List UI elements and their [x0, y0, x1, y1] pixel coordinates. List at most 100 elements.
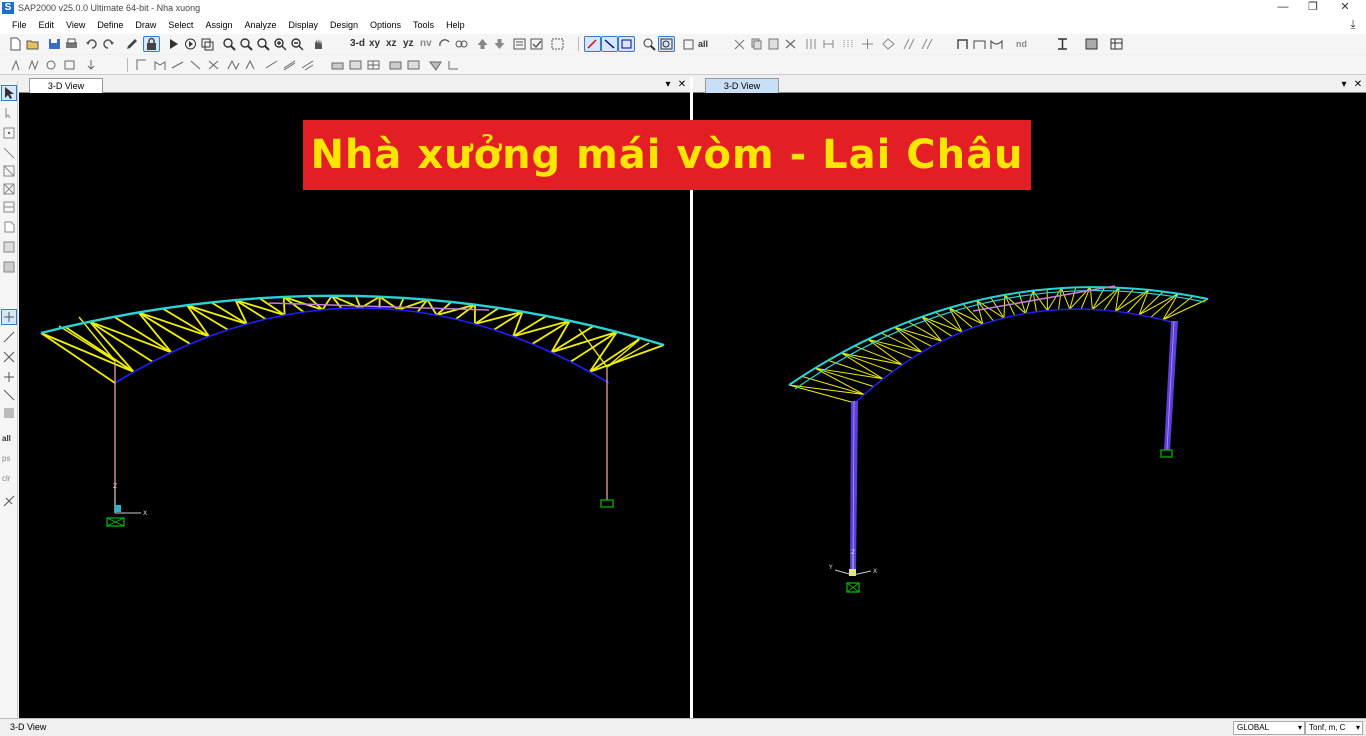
print-icon[interactable] — [64, 37, 79, 51]
menu-file[interactable]: File — [6, 16, 33, 34]
menu-analyze[interactable]: Analyze — [238, 16, 282, 34]
section-i-icon[interactable] — [1055, 37, 1070, 51]
edit-points-icon[interactable] — [920, 37, 935, 51]
replicate-icon[interactable] — [804, 37, 819, 51]
menu-design[interactable]: Design — [324, 16, 364, 34]
clear-selection-button[interactable]: clr — [2, 474, 16, 488]
pane-close-left[interactable]: ✕ — [676, 78, 688, 92]
rotate-view-icon[interactable] — [437, 37, 452, 51]
select-intersecting-icon[interactable] — [2, 494, 16, 508]
view-xy-button[interactable]: xy — [369, 37, 380, 51]
frame-sections-icon[interactable] — [152, 58, 167, 72]
draw-frame-line-icon[interactable] — [2, 146, 16, 160]
frame-insertion-icon[interactable] — [188, 58, 203, 72]
redo-icon[interactable] — [101, 37, 116, 51]
snap-lines-icon[interactable] — [2, 388, 16, 402]
joint-restraint-icon[interactable] — [8, 58, 23, 72]
pane-dropdown-right[interactable]: ▾ — [1338, 78, 1350, 92]
cut-icon[interactable] — [732, 37, 747, 51]
link-props-icon[interactable] — [226, 58, 241, 72]
move-down-icon[interactable] — [492, 37, 507, 51]
delete-icon[interactable] — [783, 37, 798, 51]
download-icon[interactable]: ⤓ — [1346, 17, 1360, 31]
cable-icon[interactable] — [244, 58, 259, 72]
menu-view[interactable]: View — [60, 16, 91, 34]
pane-dropdown-left[interactable]: ▾ — [662, 78, 674, 92]
frame-releases2-icon[interactable] — [170, 58, 185, 72]
move-up-icon[interactable] — [475, 37, 490, 51]
minimize-button[interactable]: — — [1268, 0, 1298, 16]
run-analysis-icon[interactable] — [166, 37, 181, 51]
joint-mass-icon[interactable] — [62, 58, 77, 72]
snap-points-icon[interactable] — [1, 309, 17, 325]
move-icon[interactable] — [860, 37, 875, 51]
edit-pencil-icon[interactable] — [124, 37, 139, 51]
joint-spring-icon[interactable] — [26, 58, 41, 72]
lock-icon[interactable] — [143, 36, 160, 52]
pointer-icon[interactable] — [1, 85, 17, 101]
draw-rect-area-icon[interactable] — [2, 240, 16, 254]
set-display-options-icon[interactable] — [512, 37, 527, 51]
draw-brace-icon[interactable] — [2, 182, 16, 196]
link-loads-icon[interactable] — [406, 58, 421, 72]
frame-releases-icon[interactable] — [972, 37, 987, 51]
assign-load-icon[interactable] — [428, 58, 443, 72]
joint-labels-button[interactable]: nd — [1016, 37, 1027, 51]
pan-icon[interactable] — [311, 37, 326, 51]
area-icon[interactable] — [1084, 37, 1099, 51]
tab-3d-view-right[interactable]: 3-D View — [705, 78, 779, 93]
check-icon[interactable] — [529, 37, 544, 51]
draw-frame-icon[interactable] — [584, 36, 601, 52]
snap-ends-icon[interactable] — [2, 330, 16, 344]
group-icon[interactable] — [446, 58, 461, 72]
tendon-icon[interactable] — [264, 58, 279, 72]
menu-tools[interactable]: Tools — [407, 16, 440, 34]
select-intersect-icon[interactable] — [601, 36, 618, 52]
solid-props-icon[interactable] — [388, 58, 403, 72]
view-3d-button[interactable]: 3-d — [350, 37, 365, 51]
restore-button[interactable]: ❐ — [1298, 0, 1328, 16]
draw-secondary-icon[interactable] — [2, 200, 16, 214]
coord-system-select[interactable]: GLOBAL ▾ — [1233, 721, 1305, 735]
area-mesh-icon[interactable] — [366, 58, 381, 72]
zoom-full-icon[interactable] — [256, 37, 271, 51]
grid-table-icon[interactable] — [1109, 37, 1124, 51]
frame-offsets-icon[interactable] — [206, 58, 221, 72]
lock-model-icon[interactable] — [200, 37, 215, 51]
draw-quick-area-icon[interactable] — [2, 260, 16, 274]
paste-icon[interactable] — [766, 37, 781, 51]
frame-curve-icon[interactable] — [989, 37, 1004, 51]
copy-icon[interactable] — [749, 37, 764, 51]
extrude-icon[interactable] — [881, 37, 896, 51]
menu-draw[interactable]: Draw — [129, 16, 162, 34]
close-button[interactable]: ✕ — [1330, 0, 1360, 16]
frame-loads-icon[interactable] — [134, 58, 149, 72]
area-loads-icon[interactable] — [330, 58, 345, 72]
zoom-restore-icon[interactable] — [239, 37, 254, 51]
menu-assign[interactable]: Assign — [199, 16, 238, 34]
menu-define[interactable]: Define — [91, 16, 129, 34]
align-icon[interactable] — [841, 37, 856, 51]
open-icon[interactable] — [25, 37, 40, 51]
undo-icon[interactable] — [84, 37, 99, 51]
run-now-icon[interactable] — [183, 37, 198, 51]
menu-options[interactable]: Options — [364, 16, 407, 34]
view-xz-button[interactable]: xz — [386, 37, 397, 51]
divide-icon[interactable] — [821, 37, 836, 51]
snap-perpendicular-icon[interactable] — [2, 370, 16, 384]
edit-lines-icon[interactable] — [902, 37, 917, 51]
draw-quick-frame-icon[interactable] — [2, 164, 16, 178]
menu-select[interactable]: Select — [162, 16, 199, 34]
window-select-icon[interactable] — [618, 36, 635, 52]
save-icon[interactable] — [47, 37, 62, 51]
pane-close-right[interactable]: ✕ — [1352, 78, 1364, 92]
previous-selection-button[interactable]: ps — [2, 454, 16, 468]
snap-grid-icon[interactable] — [2, 406, 16, 420]
zoom-window-icon[interactable] — [222, 37, 237, 51]
view-yz-button[interactable]: yz — [403, 37, 414, 51]
menu-help[interactable]: Help — [440, 16, 471, 34]
solid-icon[interactable] — [282, 58, 297, 72]
draw-joint-icon[interactable] — [2, 126, 16, 140]
zoom-out-icon[interactable] — [290, 37, 305, 51]
tab-3d-view-left[interactable]: 3-D View — [29, 78, 103, 93]
